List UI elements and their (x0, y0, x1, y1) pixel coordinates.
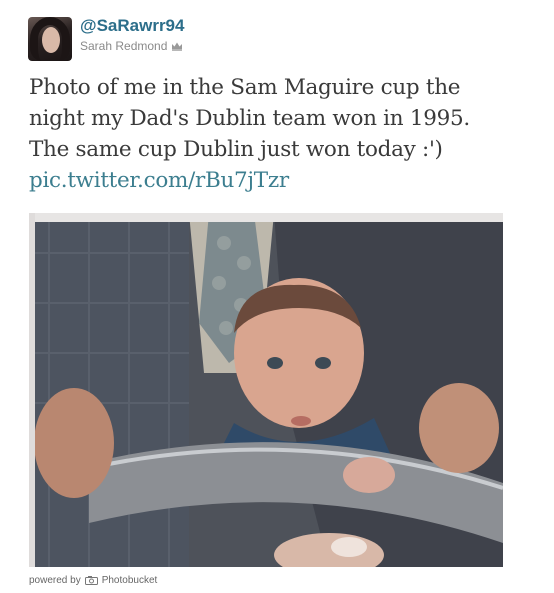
photo-illustration (29, 213, 503, 567)
photobucket-link[interactable]: Photobucket (102, 575, 158, 586)
tweet-text-line: Photo of me in the Sam Maguire cup the (29, 75, 461, 100)
tweet-text-line: The same cup Dublin just won today :') (29, 137, 443, 162)
user-name-row: Sarah Redmond (80, 39, 183, 53)
camera-icon (84, 576, 98, 585)
tweet-text-line: night my Dad's Dublin team won in 1995. (29, 106, 470, 131)
display-name[interactable]: Sarah Redmond (80, 39, 167, 53)
user-handle[interactable]: @SaRawrr94 (80, 16, 184, 36)
crown-icon (172, 42, 183, 51)
photo-attribution: powered by Photobucket (29, 575, 157, 586)
avatar[interactable] (28, 17, 72, 61)
tweet-text: Photo of me in the Sam Maguire cup the n… (29, 72, 529, 196)
tweet-photo[interactable] (29, 213, 503, 567)
avatar-face (42, 27, 60, 53)
powered-by-label: powered by (29, 575, 81, 586)
tweet-photo-link[interactable]: pic.twitter.com/rBu7jTzr (29, 165, 529, 196)
